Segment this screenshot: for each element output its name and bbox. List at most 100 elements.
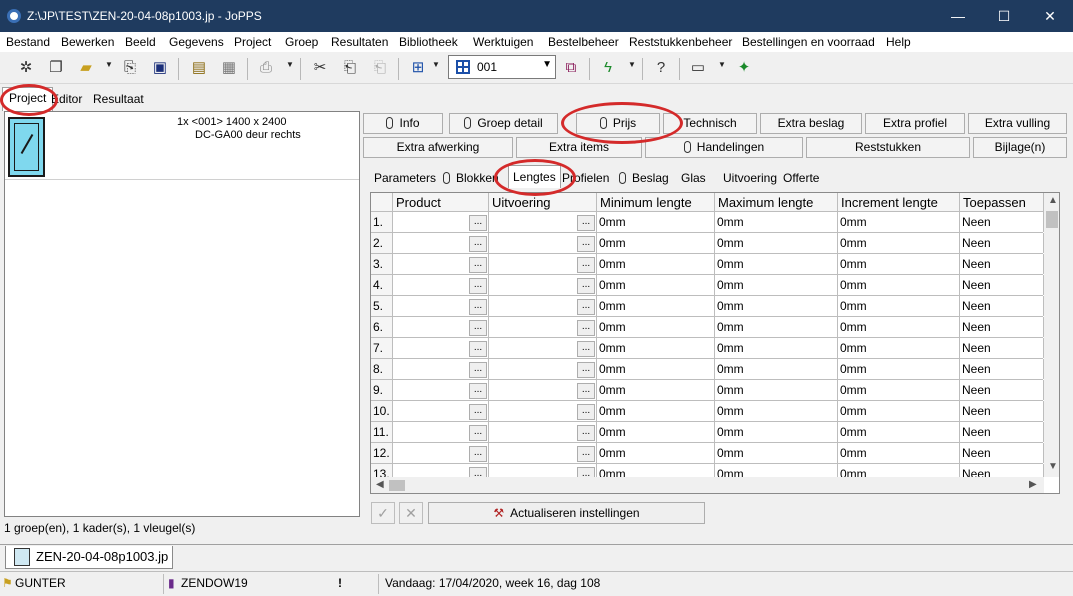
ellipsis-button[interactable]: ... — [469, 299, 487, 315]
technisch-button[interactable]: Technisch — [663, 113, 757, 134]
uitvoering-cell[interactable]: ... — [489, 275, 597, 295]
extra-vulling-button[interactable]: Extra vulling — [968, 113, 1067, 134]
max-lengte-cell[interactable]: 0mm — [715, 380, 838, 400]
min-lengte-cell[interactable]: 0mm — [597, 296, 715, 316]
ellipsis-button[interactable]: ... — [577, 320, 595, 336]
ellipsis-button[interactable]: ... — [469, 425, 487, 441]
toepassen-cell[interactable]: Neen — [960, 359, 1044, 379]
max-lengte-cell[interactable]: 0mm — [715, 212, 838, 232]
increment-lengte-cell[interactable]: 0mm — [838, 338, 960, 358]
min-lengte-cell[interactable]: 0mm — [597, 212, 715, 232]
max-lengte-cell[interactable]: 0mm — [715, 254, 838, 274]
cancel-button[interactable]: ✕ — [399, 502, 423, 524]
extra-profiel-button[interactable]: Extra profiel — [865, 113, 965, 134]
min-lengte-cell[interactable]: 0mm — [597, 443, 715, 463]
frame-icon[interactable]: ⊞ — [408, 58, 428, 78]
product-cell[interactable]: ... — [393, 422, 489, 442]
toepassen-cell[interactable]: Neen — [960, 275, 1044, 295]
scroll-down-icon[interactable]: ▼ — [1048, 461, 1058, 472]
increment-lengte-cell[interactable]: 0mm — [838, 296, 960, 316]
paste-icon[interactable]: ⎗ — [340, 58, 360, 78]
actualiseren-button[interactable]: ⚒ Actualiseren instellingen — [428, 502, 705, 524]
increment-lengte-cell[interactable]: 0mm — [838, 380, 960, 400]
max-lengte-cell[interactable]: 0mm — [715, 401, 838, 421]
tab-glas[interactable]: Glas — [681, 169, 706, 187]
ellipsis-button[interactable]: ... — [469, 278, 487, 294]
ellipsis-button[interactable]: ... — [469, 257, 487, 273]
product-cell[interactable]: ... — [393, 212, 489, 232]
toepassen-cell[interactable]: Neen — [960, 233, 1044, 253]
max-lengte-cell[interactable]: 0mm — [715, 296, 838, 316]
window-dropdown-icon[interactable]: ▼ — [718, 60, 726, 69]
min-lengte-cell[interactable]: 0mm — [597, 359, 715, 379]
groups-icon[interactable]: ⧉ — [561, 58, 581, 78]
ellipsis-button[interactable]: ... — [577, 446, 595, 462]
product-cell[interactable]: ... — [393, 296, 489, 316]
ellipsis-button[interactable]: ... — [469, 383, 487, 399]
connect-icon[interactable]: ⎘ — [120, 58, 140, 78]
maximize-button[interactable]: ☐ — [981, 0, 1027, 32]
group-combo[interactable]: 001 ▼ — [448, 55, 556, 79]
min-lengte-cell[interactable]: 0mm — [597, 338, 715, 358]
uitvoering-cell[interactable]: ... — [489, 317, 597, 337]
tab-blokken[interactable]: Blokken — [443, 169, 499, 187]
min-lengte-cell[interactable]: 0mm — [597, 380, 715, 400]
max-lengte-cell[interactable]: 0mm — [715, 422, 838, 442]
uitvoering-cell[interactable]: ... — [489, 443, 597, 463]
uitvoering-cell[interactable]: ... — [489, 359, 597, 379]
door-thumbnail[interactable] — [8, 117, 45, 177]
bijlagen-button[interactable]: Bijlage(n) — [973, 137, 1067, 158]
toepassen-cell[interactable]: Neen — [960, 317, 1044, 337]
ellipsis-button[interactable]: ... — [577, 236, 595, 252]
menu-bibliotheek[interactable]: Bibliotheek — [399, 35, 458, 49]
uitvoering-cell[interactable]: ... — [489, 233, 597, 253]
ellipsis-button[interactable]: ... — [577, 404, 595, 420]
ellipsis-button[interactable]: ... — [577, 383, 595, 399]
menu-resultaten[interactable]: Resultaten — [331, 35, 388, 49]
header-increment-lengte[interactable]: Increment lengte — [838, 193, 960, 212]
increment-lengte-cell[interactable]: 0mm — [838, 401, 960, 421]
ellipsis-button[interactable]: ... — [469, 341, 487, 357]
cut-icon[interactable]: ✂ — [310, 58, 330, 78]
toepassen-cell[interactable]: Neen — [960, 338, 1044, 358]
tab-beslag[interactable]: Beslag — [619, 169, 669, 187]
header-toepassen[interactable]: Toepassen — [960, 193, 1044, 212]
ellipsis-button[interactable]: ... — [469, 320, 487, 336]
tab-resultaat[interactable]: Resultaat — [87, 89, 150, 110]
new-icon[interactable]: ✲ — [16, 58, 36, 78]
product-cell[interactable]: ... — [393, 401, 489, 421]
increment-lengte-cell[interactable]: 0mm — [838, 317, 960, 337]
lightning-dropdown-icon[interactable]: ▼ — [628, 60, 636, 69]
menu-reststukkenbeheer[interactable]: Reststukkenbeheer — [629, 35, 732, 49]
info-button[interactable]: Info — [363, 113, 443, 134]
lightning-icon[interactable]: ϟ — [598, 58, 618, 78]
vertical-scrollbar[interactable]: ▲ ▼ — [1044, 193, 1059, 477]
toepassen-cell[interactable]: Neen — [960, 422, 1044, 442]
scroll-right-icon[interactable]: ▶ — [1029, 479, 1037, 490]
product-cell[interactable]: ... — [393, 233, 489, 253]
product-cell[interactable]: ... — [393, 275, 489, 295]
frame-dropdown-icon[interactable]: ▼ — [432, 60, 440, 69]
print-dropdown-icon[interactable]: ▼ — [286, 60, 294, 69]
increment-lengte-cell[interactable]: 0mm — [838, 212, 960, 232]
toepassen-cell[interactable]: Neen — [960, 380, 1044, 400]
extra-items-button[interactable]: Extra items — [516, 137, 642, 158]
uitvoering-cell[interactable]: ... — [489, 296, 597, 316]
product-cell[interactable]: ... — [393, 254, 489, 274]
uitvoering-cell[interactable]: ... — [489, 422, 597, 442]
ellipsis-button[interactable]: ... — [577, 278, 595, 294]
uitvoering-cell[interactable]: ... — [489, 338, 597, 358]
list-icon[interactable]: ▤ — [189, 58, 209, 78]
ellipsis-button[interactable]: ... — [469, 215, 487, 231]
min-lengte-cell[interactable]: 0mm — [597, 233, 715, 253]
copy-doc-icon[interactable]: ❐ — [46, 58, 66, 78]
product-cell[interactable]: ... — [393, 380, 489, 400]
toepassen-cell[interactable]: Neen — [960, 254, 1044, 274]
ellipsis-button[interactable]: ... — [577, 362, 595, 378]
min-lengte-cell[interactable]: 0mm — [597, 275, 715, 295]
horizontal-scrollbar[interactable]: ◀ ▶ — [371, 477, 1044, 493]
open-dropdown-icon[interactable]: ▼ — [105, 60, 113, 69]
grid-icon[interactable]: ▦ — [219, 58, 239, 78]
groep-detail-button[interactable]: Groep detail — [449, 113, 558, 134]
menu-bestand[interactable]: Bestand — [6, 35, 50, 49]
